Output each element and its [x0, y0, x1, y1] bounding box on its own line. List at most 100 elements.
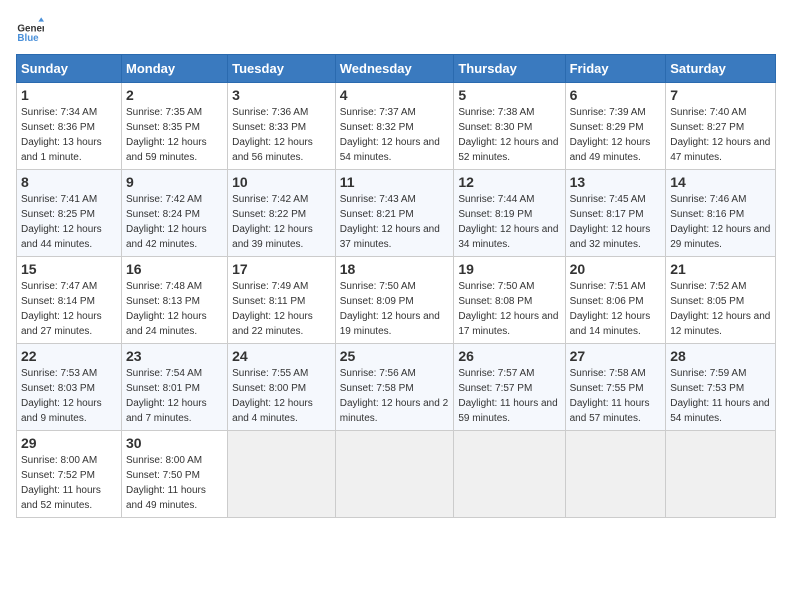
- day-detail: Sunrise: 7:36 AMSunset: 8:33 PMDaylight:…: [232, 105, 331, 165]
- sunrise-label: Sunrise: 7:45 AM: [570, 194, 646, 205]
- header-cell-tuesday: Tuesday: [228, 55, 336, 83]
- day-number: 13: [570, 174, 662, 190]
- sunrise-label: Sunrise: 7:57 AM: [458, 368, 534, 379]
- day-detail: Sunrise: 7:40 AMSunset: 8:27 PMDaylight:…: [670, 105, 771, 165]
- day-detail: Sunrise: 7:42 AMSunset: 8:24 PMDaylight:…: [126, 192, 223, 252]
- sunset-label: Sunset: 8:13 PM: [126, 296, 200, 307]
- day-cell: 5Sunrise: 7:38 AMSunset: 8:30 PMDaylight…: [454, 83, 565, 170]
- daylight-label: Daylight: 12 hours and 54 minutes.: [340, 137, 440, 163]
- sunset-label: Sunset: 8:14 PM: [21, 296, 95, 307]
- day-detail: Sunrise: 7:44 AMSunset: 8:19 PMDaylight:…: [458, 192, 560, 252]
- header-cell-sunday: Sunday: [17, 55, 122, 83]
- sunrise-label: Sunrise: 7:58 AM: [570, 368, 646, 379]
- sunset-label: Sunset: 8:00 PM: [232, 383, 306, 394]
- day-number: 3: [232, 87, 331, 103]
- day-detail: Sunrise: 8:00 AMSunset: 7:50 PMDaylight:…: [126, 453, 223, 513]
- sunset-label: Sunset: 7:58 PM: [340, 383, 414, 394]
- day-number: 17: [232, 261, 331, 277]
- day-cell: 9Sunrise: 7:42 AMSunset: 8:24 PMDaylight…: [121, 170, 227, 257]
- sunrise-label: Sunrise: 7:38 AM: [458, 107, 534, 118]
- day-cell: 29Sunrise: 8:00 AMSunset: 7:52 PMDayligh…: [17, 431, 122, 518]
- daylight-label: Daylight: 11 hours and 57 minutes.: [570, 398, 650, 424]
- day-detail: Sunrise: 7:56 AMSunset: 7:58 PMDaylight:…: [340, 366, 450, 426]
- sunset-label: Sunset: 8:09 PM: [340, 296, 414, 307]
- day-cell: 1Sunrise: 7:34 AMSunset: 8:36 PMDaylight…: [17, 83, 122, 170]
- daylight-label: Daylight: 12 hours and 32 minutes.: [570, 224, 651, 250]
- day-detail: Sunrise: 7:51 AMSunset: 8:06 PMDaylight:…: [570, 279, 662, 339]
- daylight-label: Daylight: 11 hours and 59 minutes.: [458, 398, 557, 424]
- daylight-label: Daylight: 12 hours and 9 minutes.: [21, 398, 102, 424]
- day-cell: [335, 431, 454, 518]
- calendar-table: SundayMondayTuesdayWednesdayThursdayFrid…: [16, 54, 776, 518]
- daylight-label: Daylight: 12 hours and 39 minutes.: [232, 224, 313, 250]
- day-cell: 21Sunrise: 7:52 AMSunset: 8:05 PMDayligh…: [666, 257, 776, 344]
- day-detail: Sunrise: 7:34 AMSunset: 8:36 PMDaylight:…: [21, 105, 117, 165]
- day-detail: Sunrise: 7:49 AMSunset: 8:11 PMDaylight:…: [232, 279, 331, 339]
- sunset-label: Sunset: 8:01 PM: [126, 383, 200, 394]
- day-number: 11: [340, 174, 450, 190]
- day-cell: 23Sunrise: 7:54 AMSunset: 8:01 PMDayligh…: [121, 344, 227, 431]
- daylight-label: Daylight: 12 hours and 27 minutes.: [21, 311, 102, 337]
- daylight-label: Daylight: 12 hours and 44 minutes.: [21, 224, 102, 250]
- day-detail: Sunrise: 7:42 AMSunset: 8:22 PMDaylight:…: [232, 192, 331, 252]
- sunrise-label: Sunrise: 7:40 AM: [670, 107, 746, 118]
- day-detail: Sunrise: 7:35 AMSunset: 8:35 PMDaylight:…: [126, 105, 223, 165]
- sunset-label: Sunset: 8:33 PM: [232, 122, 306, 133]
- day-detail: Sunrise: 7:50 AMSunset: 8:08 PMDaylight:…: [458, 279, 560, 339]
- day-number: 20: [570, 261, 662, 277]
- daylight-label: Daylight: 12 hours and 22 minutes.: [232, 311, 313, 337]
- sunset-label: Sunset: 7:50 PM: [126, 470, 200, 481]
- daylight-label: Daylight: 12 hours and 47 minutes.: [670, 137, 770, 163]
- sunrise-label: Sunrise: 7:42 AM: [126, 194, 202, 205]
- day-cell: 10 Sunrise: 7:42 AMSunset: 8:22 PMDayligh…: [228, 170, 336, 257]
- sunset-label: Sunset: 7:53 PM: [670, 383, 744, 394]
- daylight-label: Daylight: 11 hours and 52 minutes.: [21, 485, 101, 511]
- sunset-label: Sunset: 8:21 PM: [340, 209, 414, 220]
- day-cell: 25Sunrise: 7:56 AMSunset: 7:58 PMDayligh…: [335, 344, 454, 431]
- day-detail: Sunrise: 7:50 AMSunset: 8:09 PMDaylight:…: [340, 279, 450, 339]
- daylight-label: Daylight: 12 hours and 56 minutes.: [232, 137, 313, 163]
- sunrise-label: Sunrise: 7:46 AM: [670, 194, 746, 205]
- sunset-label: Sunset: 8:16 PM: [670, 209, 744, 220]
- day-number: 6: [570, 87, 662, 103]
- day-cell: [666, 431, 776, 518]
- week-row-3: 8 Sunrise: 7:41 AM Sunset: 8:25 PM Daylight…: [17, 170, 776, 257]
- sunset-label: Sunset: 8:25 PM: [21, 209, 95, 220]
- day-detail: Sunrise: 7:37 AMSunset: 8:32 PMDaylight:…: [340, 105, 450, 165]
- sunrise-label: Sunrise: 7:59 AM: [670, 368, 746, 379]
- day-detail: Sunrise: 7:58 AMSunset: 7:55 PMDaylight:…: [570, 366, 662, 426]
- sunrise-label: Sunrise: 7:42 AM: [232, 194, 308, 205]
- daylight-label: Daylight: 12 hours and 12 minutes.: [670, 311, 770, 337]
- daylight-label: Daylight: 12 hours and 7 minutes.: [126, 398, 207, 424]
- day-number: 12: [458, 174, 560, 190]
- sunrise-label: Sunrise: 7:41 AM: [21, 194, 97, 205]
- day-number: 8: [21, 174, 117, 190]
- day-cell: 11Sunrise: 7:43 AMSunset: 8:21 PMDayligh…: [335, 170, 454, 257]
- day-cell: 22Sunrise: 7:53 AMSunset: 8:03 PMDayligh…: [17, 344, 122, 431]
- day-cell: 15Sunrise: 7:47 AMSunset: 8:14 PMDayligh…: [17, 257, 122, 344]
- day-detail: Sunrise: 7:47 AMSunset: 8:14 PMDaylight:…: [21, 279, 117, 339]
- day-number: 10: [232, 174, 331, 190]
- day-cell: 20 Sunrise: 7:51 AMSunset: 8:06 PMDayligh…: [565, 257, 666, 344]
- day-number: 26: [458, 348, 560, 364]
- header-cell-thursday: Thursday: [454, 55, 565, 83]
- daylight-label: Daylight: 12 hours and 14 minutes.: [570, 311, 651, 337]
- daylight-label: Daylight: 13 hours and 1 minute.: [21, 137, 102, 163]
- day-detail: Sunrise: 7:54 AMSunset: 8:01 PMDaylight:…: [126, 366, 223, 426]
- day-cell: [228, 431, 336, 518]
- sunrise-label: Sunrise: 7:50 AM: [340, 281, 416, 292]
- daylight-label: Daylight: 12 hours and 17 minutes.: [458, 311, 558, 337]
- day-cell: 7 Sunrise: 7:40 AMSunset: 8:27 PMDaylight…: [666, 83, 776, 170]
- day-cell: 6Sunrise: 7:39 AMSunset: 8:29 PMDaylight…: [565, 83, 666, 170]
- sunrise-label: Sunrise: 7:35 AM: [126, 107, 202, 118]
- sunrise-label: Sunrise: 7:56 AM: [340, 368, 416, 379]
- svg-text:Blue: Blue: [17, 33, 39, 44]
- daylight-label: Daylight: 12 hours and 37 minutes.: [340, 224, 440, 250]
- day-cell: 27Sunrise: 7:58 AMSunset: 7:55 PMDayligh…: [565, 344, 666, 431]
- day-number: 7: [670, 87, 771, 103]
- day-cell: 26Sunrise: 7:57 AMSunset: 7:57 PMDayligh…: [454, 344, 565, 431]
- week-row-2: 1Sunrise: 7:34 AMSunset: 8:36 PMDaylight…: [17, 83, 776, 170]
- sunset-label: Sunset: 8:03 PM: [21, 383, 95, 394]
- daylight-label: Daylight: 11 hours and 49 minutes.: [126, 485, 206, 511]
- day-detail: Sunrise: 7:45 AMSunset: 8:17 PMDaylight:…: [570, 192, 662, 252]
